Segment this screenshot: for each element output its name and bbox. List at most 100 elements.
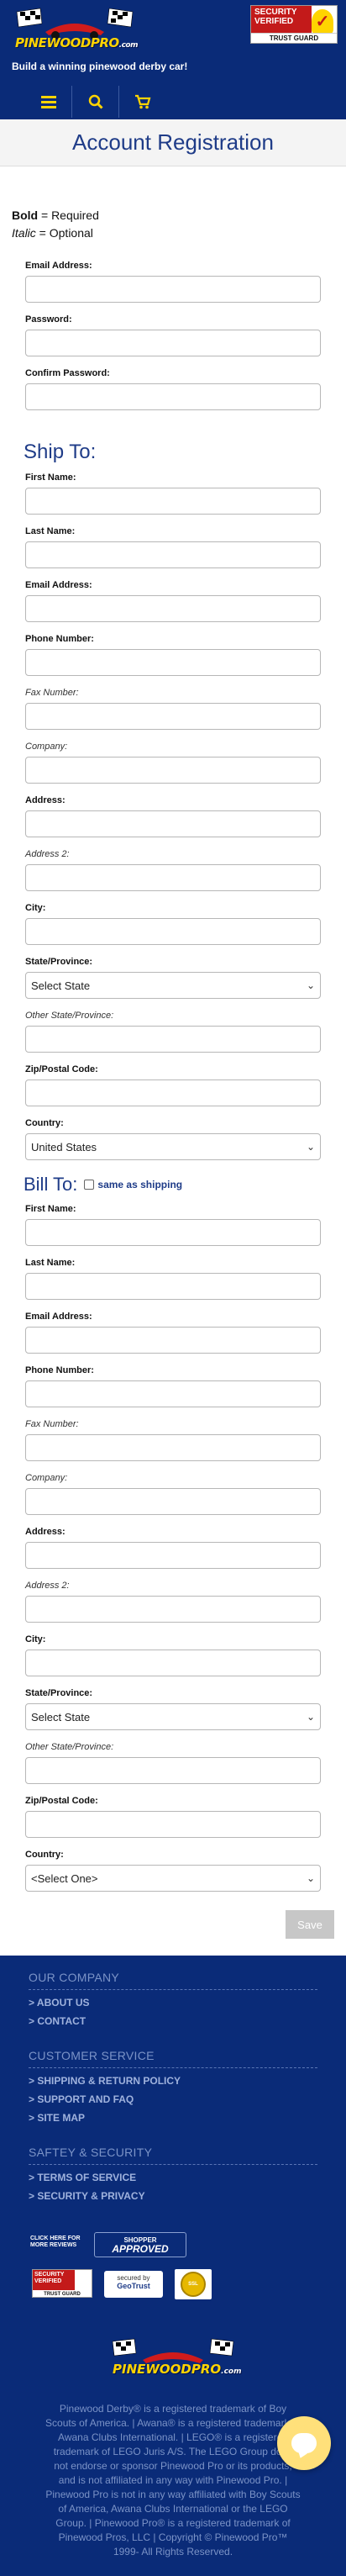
bill-email-input[interactable] xyxy=(25,1327,321,1354)
footer-sitemap-link[interactable]: > SITE MAP xyxy=(29,2112,317,2124)
security-verified-seal[interactable]: SECURITY VERIFIED ✓ TRUST GUARD xyxy=(250,5,338,44)
title-bar: Account Registration xyxy=(0,119,346,166)
site-logo[interactable]: PINEWOODPRO.com xyxy=(12,7,139,54)
search-button[interactable] xyxy=(72,86,119,118)
footer-support-link[interactable]: > SUPPORT AND FAQ xyxy=(29,2093,317,2105)
footer-privacy-link[interactable]: > SECURITY & PRIVACY xyxy=(29,2190,317,2202)
confirm-password-input[interactable] xyxy=(25,383,321,410)
cart-button[interactable] xyxy=(119,86,166,118)
chevron-down-icon: ⌄ xyxy=(306,979,315,991)
same-as-shipping-toggle[interactable]: same as shipping xyxy=(84,1179,182,1190)
footer-safety-section: SAFTEY & SECURITY > TERMS OF SERVICE > S… xyxy=(29,2146,317,2202)
chat-bubble-icon xyxy=(291,2433,317,2453)
account-email-input[interactable] xyxy=(25,276,321,303)
legend-italic: Italic xyxy=(12,226,36,240)
ship-fax-input[interactable] xyxy=(25,703,321,730)
bill-fax-input[interactable] xyxy=(25,1434,321,1461)
ship-city-group: City: xyxy=(25,903,321,945)
ship-first-name-group: First Name: xyxy=(25,472,321,515)
ssl-badge-icon: SSL xyxy=(181,2272,206,2297)
password-input[interactable] xyxy=(25,330,321,356)
ship-country-select[interactable]: United States ⌄ xyxy=(25,1133,321,1160)
bill-address2-group: Address 2: xyxy=(25,1581,321,1623)
menu-button[interactable] xyxy=(25,86,72,118)
ship-city-input[interactable] xyxy=(25,918,321,945)
confirm-password-group: Confirm Password: xyxy=(25,368,321,410)
ship-zip-input[interactable] xyxy=(25,1079,321,1106)
footer-seal-bottom: TRUST GUARD xyxy=(44,2292,81,2297)
ship-state-select[interactable]: Select State ⌄ xyxy=(25,972,321,999)
ship-fax-label: Fax Number: xyxy=(25,688,79,698)
bill-other-state-group: Other State/Province: xyxy=(25,1742,321,1784)
footer-contact-link[interactable]: > CONTACT xyxy=(29,2015,317,2027)
footer-seal-top: SECURITY VERIFIED xyxy=(33,2270,75,2290)
bill-to-heading: Bill To: xyxy=(24,1174,78,1195)
ship-first-name-label: First Name: xyxy=(25,472,76,483)
bill-country-select[interactable]: <Select One> ⌄ xyxy=(25,1865,321,1892)
bill-company-group: Company: xyxy=(25,1473,321,1515)
bill-company-label: Company: xyxy=(25,1473,68,1483)
ship-last-name-group: Last Name: xyxy=(25,526,321,568)
footer-logo[interactable]: PINEWOODPRO.com xyxy=(106,2338,242,2383)
ship-address-group: Address: xyxy=(25,795,321,837)
ship-company-input[interactable] xyxy=(25,757,321,784)
chat-button[interactable] xyxy=(277,2416,331,2470)
account-email-label: Email Address: xyxy=(25,261,92,271)
bill-address2-input[interactable] xyxy=(25,1596,321,1623)
password-label: Password: xyxy=(25,314,72,325)
same-as-shipping-checkbox[interactable] xyxy=(84,1180,95,1190)
bill-email-group: Email Address: xyxy=(25,1312,321,1354)
bill-phone-input[interactable] xyxy=(25,1380,321,1407)
geotrust-top: secured by xyxy=(117,2274,150,2282)
chevron-down-icon: ⌄ xyxy=(306,1872,315,1884)
bill-company-input[interactable] xyxy=(25,1488,321,1515)
ship-company-group: Company: xyxy=(25,742,321,784)
ship-first-name-input[interactable] xyxy=(25,488,321,515)
bill-city-input[interactable] xyxy=(25,1650,321,1676)
footer-shipping-link[interactable]: > SHIPPING & RETURN POLICY xyxy=(29,2075,317,2087)
main-nav xyxy=(25,86,166,118)
trust-badges: CLICK HERE FOR MORE REVIEWS SHOPPER APPR… xyxy=(30,2232,346,2311)
save-button[interactable]: Save xyxy=(286,1910,334,1939)
ship-address-input[interactable] xyxy=(25,810,321,837)
bill-other-state-input[interactable] xyxy=(25,1757,321,1784)
bill-last-name-label: Last Name: xyxy=(25,1258,76,1268)
ship-phone-label: Phone Number: xyxy=(25,634,94,644)
ship-zip-group: Zip/Postal Code: xyxy=(25,1064,321,1106)
footer-about-link[interactable]: > ABOUT US xyxy=(29,1997,317,2009)
ship-last-name-input[interactable] xyxy=(25,541,321,568)
ship-email-input[interactable] xyxy=(25,595,321,622)
same-as-shipping-label: same as shipping xyxy=(97,1179,183,1190)
ssl-badge[interactable]: SSL xyxy=(175,2269,212,2299)
password-group: Password: xyxy=(25,314,321,356)
bill-state-select[interactable]: Select State ⌄ xyxy=(25,1703,321,1730)
bill-last-name-input[interactable] xyxy=(25,1273,321,1300)
bill-zip-input[interactable] xyxy=(25,1811,321,1838)
click-reviews-text[interactable]: CLICK HERE FOR MORE REVIEWS xyxy=(30,2236,89,2249)
ship-country-label: Country: xyxy=(25,1118,64,1128)
shopper-approved-badge[interactable]: SHOPPER APPROVED xyxy=(94,2232,186,2257)
legend-bold-text: = Required xyxy=(38,209,99,222)
footer-logo-suffix: .com xyxy=(221,2367,242,2376)
ship-email-group: Email Address: xyxy=(25,580,321,622)
legend-bold: Bold xyxy=(12,209,39,222)
ship-to-heading: Ship To: xyxy=(24,441,97,463)
geotrust-badge[interactable]: secured by GeoTrust xyxy=(104,2271,163,2298)
ship-other-state-input[interactable] xyxy=(25,1026,321,1053)
bill-city-label: City: xyxy=(25,1634,46,1644)
ship-country-group: Country: United States ⌄ xyxy=(25,1118,321,1160)
ship-state-group: State/Province: Select State ⌄ xyxy=(25,957,321,999)
bill-country-group: Country: <Select One> ⌄ xyxy=(25,1850,321,1892)
footer-security-seal[interactable]: SECURITY VERIFIED TRUST GUARD xyxy=(32,2269,92,2298)
bill-fax-label: Fax Number: xyxy=(25,1419,79,1429)
ship-address2-input[interactable] xyxy=(25,864,321,891)
bill-first-name-input[interactable] xyxy=(25,1219,321,1246)
ship-last-name-label: Last Name: xyxy=(25,526,76,536)
ship-other-state-label: Other State/Province: xyxy=(25,1011,114,1021)
cart-icon xyxy=(135,94,151,109)
bill-address-input[interactable] xyxy=(25,1542,321,1569)
footer-terms-link[interactable]: > TERMS OF SERVICE xyxy=(29,2172,317,2183)
ship-phone-input[interactable] xyxy=(25,649,321,676)
confirm-password-label: Confirm Password: xyxy=(25,368,110,378)
shopper-approved-main: APPROVED xyxy=(112,2243,169,2255)
